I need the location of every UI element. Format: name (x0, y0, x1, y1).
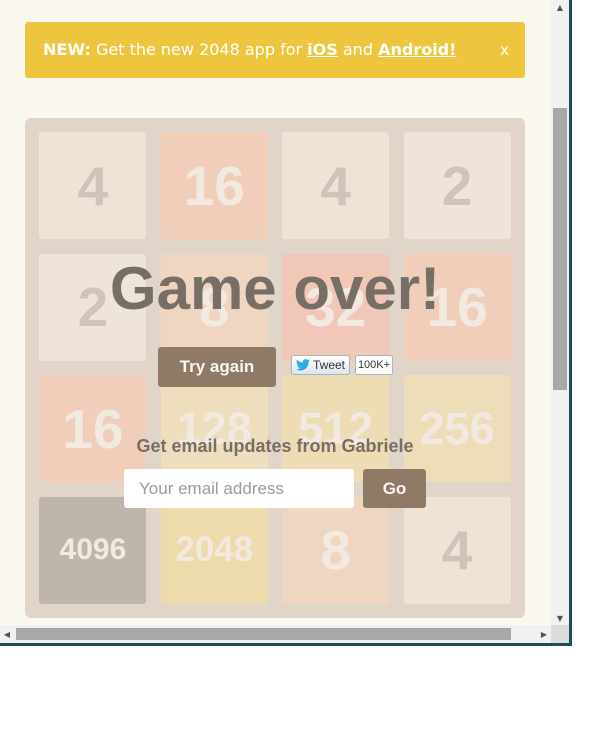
android-app-link[interactable]: Android! (378, 40, 456, 59)
email-input[interactable] (124, 469, 354, 508)
app-promo-banner: NEW: Get the new 2048 app for iOS and An… (25, 22, 525, 78)
game-over-message: Game over! (109, 255, 441, 322)
vertical-scroll-thumb[interactable] (553, 108, 567, 390)
horizontal-scroll-thumb[interactable] (16, 628, 511, 640)
arrow-up-icon[interactable]: ▲ (551, 0, 569, 14)
scrollbar-corner (551, 625, 569, 643)
banner-text: Get the new 2048 app for (95, 40, 303, 59)
horizontal-scrollbar[interactable]: ◀ ▶ (0, 625, 551, 643)
tweet-count-badge: 100K+ (355, 355, 393, 375)
tweet-label: Tweet (312, 358, 345, 372)
email-updates-title: Get email updates from Gabriele (136, 436, 414, 456)
browser-window: NEW: Get the new 2048 app for iOS and An… (0, 0, 572, 646)
vertical-scrollbar[interactable]: ▲ ▼ (551, 0, 569, 625)
game-over-overlay: Game over! Try again Tweet 100K+ Get ema… (25, 118, 525, 618)
try-again-button[interactable]: Try again (158, 347, 276, 387)
arrow-left-icon[interactable]: ◀ (0, 625, 14, 643)
banner-close-button[interactable]: x (500, 22, 509, 78)
arrow-down-icon[interactable]: ▼ (551, 611, 569, 625)
tweet-button[interactable]: Tweet (291, 355, 350, 375)
page-viewport: NEW: Get the new 2048 app for iOS and An… (0, 0, 551, 625)
banner-and-text: and (342, 40, 373, 59)
arrow-right-icon[interactable]: ▶ (537, 625, 551, 643)
banner-new-label: NEW: (43, 40, 91, 59)
ios-app-link[interactable]: iOS (307, 40, 338, 59)
email-go-button[interactable]: Go (363, 469, 426, 508)
twitter-bird-icon (295, 359, 310, 371)
